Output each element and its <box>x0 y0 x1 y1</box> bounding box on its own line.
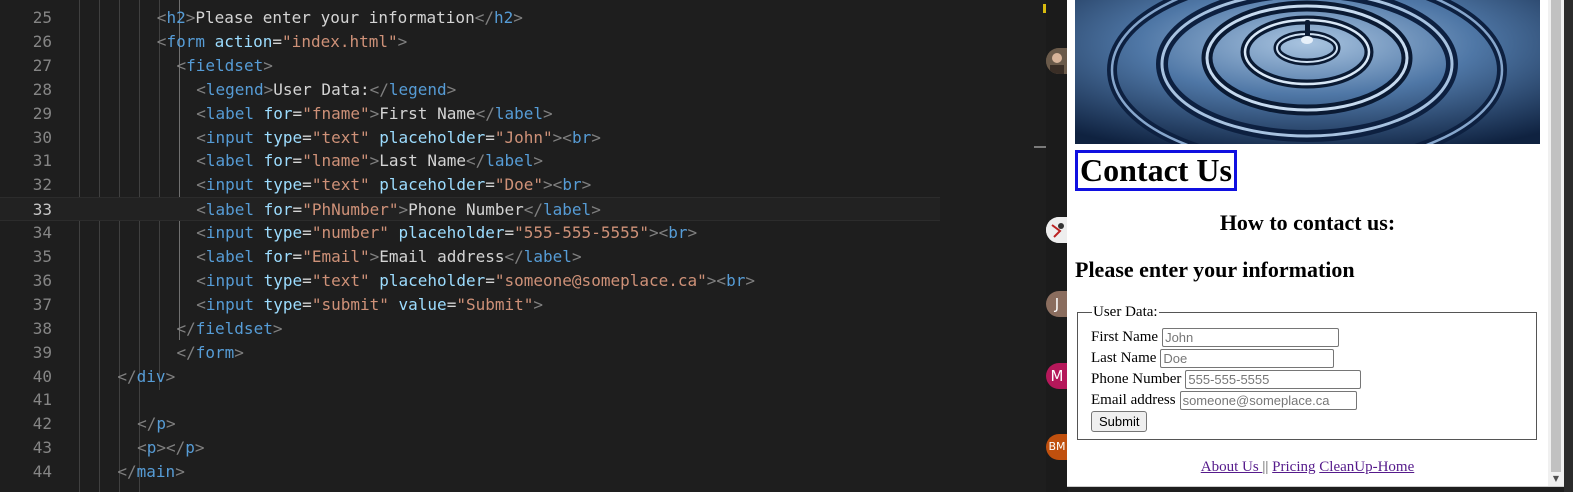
code-text: <input type="submit" value="Submit"> <box>196 294 544 314</box>
line-number: 42 <box>32 414 52 434</box>
code-text: </div> <box>117 366 176 386</box>
email-label: Email address <box>1091 392 1176 408</box>
line-number: 33 <box>32 200 52 220</box>
last-name-input[interactable]: Doe <box>1160 348 1335 368</box>
contact-subheading: How to contact us: <box>1219 210 1396 235</box>
code-text: <form action="index.html"> <box>156 31 408 51</box>
line-number: 41 <box>32 390 52 410</box>
line-number: 37 <box>32 294 52 314</box>
line-number: 31 <box>32 151 52 171</box>
line-number: 30 <box>32 127 52 147</box>
code-text: <input type="text" placeholder="Doe"><br… <box>196 175 592 195</box>
code-line[interactable]: 38 </fieldset> <box>0 317 940 341</box>
code-text: <input type="text" placeholder="John"><b… <box>196 127 601 147</box>
line-number: 32 <box>32 175 52 195</box>
first-name-row: First Name John <box>1091 327 1340 347</box>
user-data-fieldset: User Data: First Name John Last Name Doe… <box>1077 304 1537 440</box>
browser-preview: Contact Us How to contact us: Please ent… <box>1067 0 1564 487</box>
code-line[interactable]: 43 <p></p> <box>0 436 940 460</box>
footer-nav: About Us || Pricing CleanUp-Home <box>1075 459 1540 476</box>
line-number: 38 <box>32 318 52 338</box>
last-name-label: Last Name <box>1091 350 1157 366</box>
line-number: 28 <box>32 79 52 99</box>
code-text: <label for="fname">First Name</label> <box>196 103 553 123</box>
line-number: 34 <box>32 223 52 243</box>
line-number: 39 <box>32 342 52 362</box>
code-text: </fieldset> <box>176 318 283 338</box>
code-text: </main> <box>117 462 185 482</box>
code-line[interactable]: 27 <fieldset> <box>0 54 940 78</box>
code-line[interactable]: 41 <box>0 388 940 412</box>
code-line[interactable]: 39 </form> <box>0 341 940 365</box>
code-line[interactable]: 33 <label for="PhNumber">Phone Number</la… <box>0 197 940 222</box>
pricing-link[interactable]: Pricing <box>1272 459 1315 475</box>
code-editor[interactable]: 25 <h2>Please enter your information</h2>… <box>0 0 1040 492</box>
page-title: Contact Us <box>1075 150 1237 191</box>
form-heading: Please enter your information <box>1075 257 1355 282</box>
line-number: 25 <box>32 8 52 27</box>
preview-scrollbar-thumb[interactable] <box>1551 0 1561 472</box>
about-us-link[interactable]: About Us <box>1201 459 1263 475</box>
water-ripple-image <box>1075 0 1540 144</box>
code-text: <label for="lname">Last Name</label> <box>196 151 544 171</box>
line-number: 43 <box>32 438 52 458</box>
avatar-j-icon[interactable]: J <box>1046 291 1068 317</box>
code-line[interactable]: 42 </p> <box>0 412 940 436</box>
last-name-row: Last Name Doe <box>1091 348 1335 368</box>
fieldset-legend: User Data: <box>1092 304 1159 321</box>
window-edge <box>1564 0 1573 492</box>
footer-separator: || <box>1262 459 1269 475</box>
code-text: <input type="number" placeholder="555-55… <box>196 223 698 243</box>
code-line[interactable]: 28 <legend>User Data:</legend> <box>0 78 940 102</box>
first-name-label: First Name <box>1091 329 1159 345</box>
code-line[interactable]: 32 <input type="text" placeholder="Doe"><… <box>0 173 940 197</box>
line-number: 35 <box>32 247 52 266</box>
code-text: <fieldset> <box>176 55 273 75</box>
email-input[interactable]: someone@someplace.ca <box>1179 390 1357 410</box>
line-number: 26 <box>32 31 52 51</box>
line-number: 36 <box>32 270 52 290</box>
code-text: <p></p> <box>137 438 205 458</box>
code-text: <h2>Please enter your information</h2> <box>156 8 523 27</box>
code-line[interactable]: 26 <form action="index.html"> <box>0 30 940 54</box>
scroll-down-icon[interactable]: ▼ <box>1551 474 1561 484</box>
code-line[interactable]: 36 <input type="text" placeholder="someon… <box>0 269 940 293</box>
line-number: 40 <box>32 366 52 386</box>
code-text: <label for="PhNumber">Phone Number</labe… <box>196 200 601 220</box>
code-text: </form> <box>176 342 244 362</box>
code-text: </p> <box>137 414 176 434</box>
code-line[interactable]: 35 <label for="Email">Email address</labe… <box>0 245 940 269</box>
minimap-slider[interactable] <box>1034 146 1046 148</box>
email-row: Email address someone@someplace.ca <box>1091 390 1357 410</box>
app-logo-icon[interactable] <box>1046 217 1068 243</box>
submit-button[interactable]: Submit <box>1091 411 1148 432</box>
code-line[interactable]: 44 </main> <box>0 460 940 484</box>
person-photo-icon[interactable] <box>1046 48 1068 74</box>
code-line[interactable]: 37 <input type="submit" value="Submit"> <box>0 293 940 317</box>
code-line[interactable]: 40 </div> <box>0 365 940 389</box>
phone-row: Phone Number 555-555-5555 <box>1091 369 1362 389</box>
code-line[interactable]: 30 <input type="text" placeholder="John">… <box>0 126 940 150</box>
code-text: <label for="Email">Email address</label> <box>196 247 582 266</box>
phone-label: Phone Number <box>1091 371 1182 387</box>
code-text: <input type="text" placeholder="someone@… <box>196 270 755 290</box>
avatar-m-icon[interactable]: M <box>1046 363 1068 389</box>
line-number: 29 <box>32 103 52 123</box>
cleanup-home-link[interactable]: CleanUp-Home <box>1319 459 1414 475</box>
phone-number-input[interactable]: 555-555-5555 <box>1185 369 1362 389</box>
code-line[interactable]: 29 <label for="fname">First Name</label> <box>0 102 940 126</box>
line-number: 27 <box>32 55 52 75</box>
avatar-bm-icon[interactable]: BM <box>1046 434 1068 460</box>
code-line[interactable]: 25 <h2>Please enter your information</h2> <box>0 6 940 30</box>
code-text: <legend>User Data:</legend> <box>196 79 457 99</box>
code-line[interactable]: 31 <label for="lname">Last Name</label> <box>0 149 940 173</box>
code-line[interactable]: 34 <input type="number" placeholder="555-… <box>0 221 940 245</box>
first-name-input[interactable]: John <box>1162 327 1340 347</box>
line-number: 44 <box>32 462 52 482</box>
